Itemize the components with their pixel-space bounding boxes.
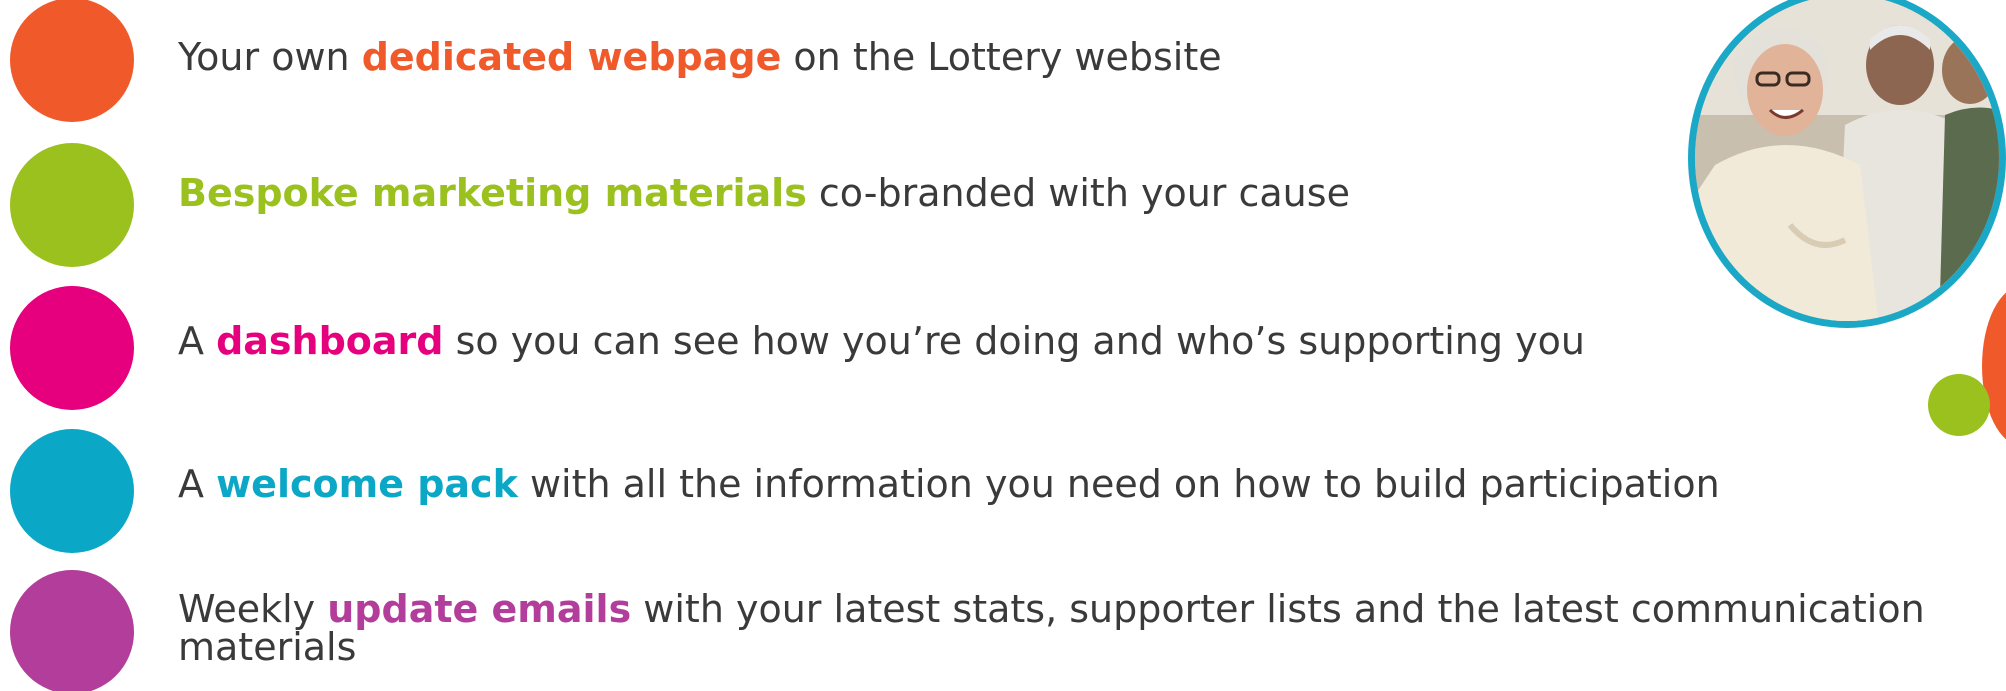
feature-line-4: A welcome pack with all the information … [178,461,2006,507]
feature-2-highlight: Bespoke marketing materials [178,171,807,215]
feature-1-post: on the Lottery website [781,35,1222,79]
photo-illustration [1695,0,1999,321]
feature-5-highlight: update emails [327,587,632,631]
feature-line-3: A dashboard so you can see how you’re do… [178,318,2006,364]
feature-line-5: Weekly update emails with your latest st… [178,590,1998,666]
green-bullet-circle [10,143,134,267]
feature-4-highlight: welcome pack [216,462,518,506]
green-decorative-circle [1928,374,1990,436]
feature-1-highlight: dedicated webpage [361,35,782,79]
feature-1-pre: Your own [178,35,362,79]
feature-3-pre: A [178,319,217,363]
pink-bullet-circle [10,286,134,410]
feature-4-post: with all the information you need on how… [517,462,1720,506]
feature-3-post: so you can see how you’re doing and who’… [443,319,1585,363]
slide: Your own dedicated webpage on the Lotter… [0,0,2006,691]
orange-decorative-shape [1982,286,2006,446]
teal-bullet-circle [10,429,134,553]
orange-bullet-circle [10,0,134,122]
feature-2-post: co-branded with your cause [806,171,1350,215]
feature-3-highlight: dashboard [216,319,444,363]
feature-4-pre: A [178,462,217,506]
purple-bullet-circle [10,570,134,691]
seniors-laughing-photo [1688,0,2006,328]
